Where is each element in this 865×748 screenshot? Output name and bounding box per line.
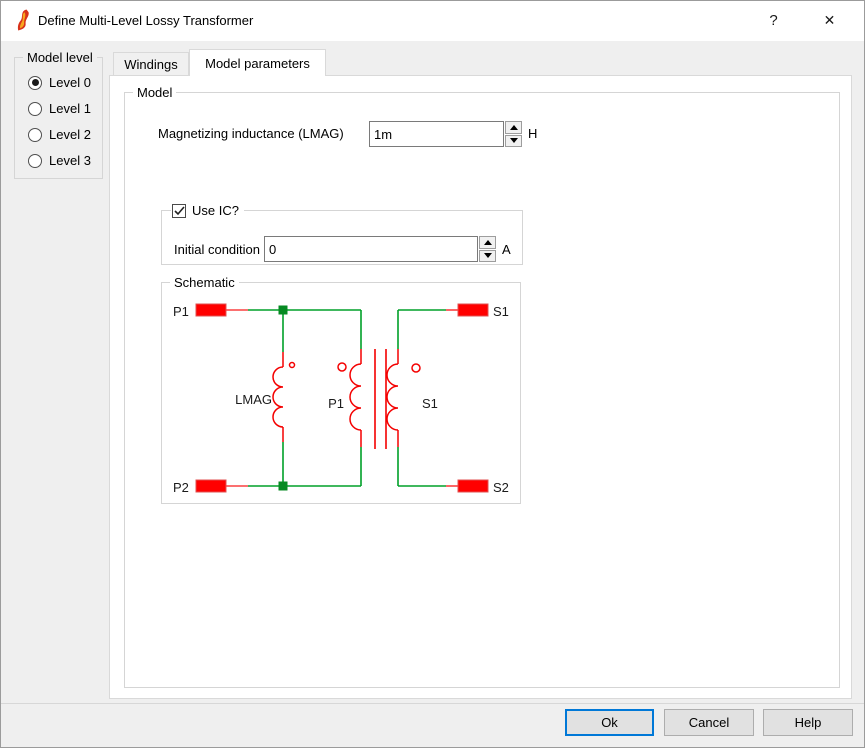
schematic-groupbox: Schematic	[161, 282, 521, 504]
terminal-s2-block	[458, 480, 488, 492]
radio-level-3[interactable]: Level 3	[28, 153, 91, 168]
use-ic-groupbox: Use IC? Initial condition A	[161, 210, 523, 265]
terminal-p2-block	[196, 480, 226, 492]
radio-icon	[28, 102, 42, 116]
radio-level-1[interactable]: Level 1	[28, 101, 91, 116]
radio-level-0[interactable]: Level 0	[28, 75, 91, 90]
model-groupbox: Model Magnetizing inductance (LMAG) H Us…	[124, 92, 840, 688]
spin-up-button[interactable]	[479, 236, 496, 249]
down-arrow-icon	[484, 253, 492, 258]
tab-model-parameters[interactable]: Model parameters	[189, 49, 326, 76]
dialog-body: Model level Level 0 Level 1 Level 2 Leve…	[1, 41, 864, 748]
app-logo-icon	[15, 9, 31, 32]
initial-condition-spinner	[479, 236, 496, 262]
terminal-p1-label: P1	[173, 304, 189, 319]
up-arrow-icon	[484, 240, 492, 245]
terminal-s1-block	[458, 304, 488, 316]
lmag-inductor-symbol	[273, 352, 295, 442]
magnetizing-inductance-label: Magnetizing inductance (LMAG)	[158, 126, 344, 141]
tab-windings[interactable]: Windings	[113, 52, 189, 75]
terminal-p1-block	[196, 304, 226, 316]
radio-icon	[28, 128, 42, 142]
spin-up-button[interactable]	[505, 121, 522, 134]
cancel-button[interactable]: Cancel	[664, 709, 754, 736]
spin-down-button[interactable]	[505, 135, 522, 148]
transformer-schematic: P1 P2 S1 S2 LMAG P1 S1	[162, 283, 520, 503]
down-arrow-icon	[510, 138, 518, 143]
titlebar-help-button[interactable]: ?	[751, 1, 796, 39]
terminal-s1-label: S1	[493, 304, 509, 319]
terminal-s2-label: S2	[493, 480, 509, 495]
magnetizing-unit-label: H	[528, 126, 537, 141]
secondary-winding-symbol	[387, 349, 420, 447]
secondary-winding-label: S1	[422, 396, 438, 411]
help-button[interactable]: Help	[763, 709, 853, 736]
initial-condition-input[interactable]	[264, 236, 478, 262]
wire-junction	[279, 306, 288, 315]
footer-separator	[1, 703, 864, 704]
radio-icon	[28, 76, 42, 90]
title-bar[interactable]: Define Multi-Level Lossy Transformer ? ✕	[1, 1, 864, 41]
magnetizing-inductance-input[interactable]	[369, 121, 504, 147]
wires	[248, 310, 446, 486]
spin-down-button[interactable]	[479, 250, 496, 263]
primary-winding-label: P1	[328, 396, 344, 411]
checkbox-checked-icon[interactable]	[172, 204, 186, 218]
tab-pane: Model Magnetizing inductance (LMAG) H Us…	[109, 75, 852, 699]
use-ic-label: Use IC?	[192, 203, 239, 218]
use-ic-checkbox-row[interactable]: Use IC?	[171, 203, 244, 218]
initial-condition-unit-label: A	[502, 242, 511, 257]
dialog-window: Define Multi-Level Lossy Transformer ? ✕…	[0, 0, 865, 748]
up-arrow-icon	[510, 125, 518, 130]
initial-condition-label: Initial condition	[174, 242, 260, 257]
close-icon[interactable]: ✕	[807, 1, 852, 39]
radio-icon	[28, 154, 42, 168]
ok-button[interactable]: Ok	[565, 709, 654, 736]
magnetizing-inductance-spinner	[505, 121, 522, 147]
model-level-legend: Model level	[23, 50, 97, 65]
terminal-p2-label: P2	[173, 480, 189, 495]
radio-level-2[interactable]: Level 2	[28, 127, 91, 142]
model-legend: Model	[133, 85, 176, 100]
transformer-core	[375, 349, 386, 449]
window-title: Define Multi-Level Lossy Transformer	[38, 13, 253, 28]
model-level-groupbox: Model level Level 0 Level 1 Level 2 Leve…	[14, 57, 103, 179]
wire-junction	[279, 482, 288, 491]
lmag-label: LMAG	[235, 392, 272, 407]
